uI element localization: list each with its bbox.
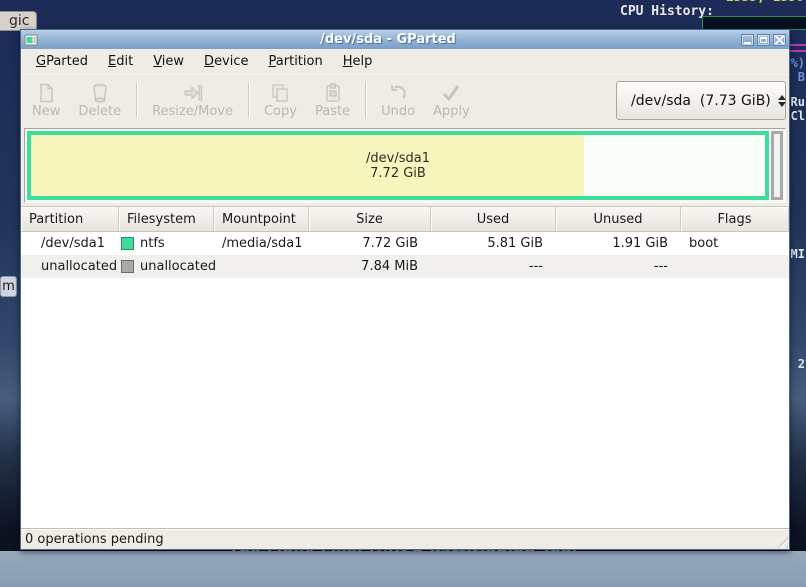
- cell-mountpoint: [214, 255, 309, 278]
- gparted-app-icon: [24, 33, 38, 47]
- partition-map-panel: /dev/sda1 7.72 GiB: [21, 125, 789, 206]
- background-window-edge: [790, 50, 806, 52]
- paste-icon: [322, 82, 344, 104]
- new-partition-icon: [35, 82, 57, 104]
- window-title: /dev/sda - GParted: [38, 32, 738, 47]
- toolbar: New Delete Resize/Move Copy: [21, 74, 789, 125]
- partition-box-label: /dev/sda1 7.72 GiB: [31, 135, 765, 196]
- delete-partition-icon: [89, 82, 111, 104]
- unallocated-color-swatch: [121, 260, 134, 273]
- partition-map-frame: /dev/sda1 7.72 GiB: [24, 128, 786, 203]
- toolbar-label: Apply: [433, 104, 470, 119]
- cell-filesystem: unallocated: [119, 255, 214, 278]
- apply-icon: [440, 82, 462, 104]
- device-selector-value: /dev/sda (7.73 GiB): [631, 93, 771, 109]
- column-header-filesystem[interactable]: Filesystem: [119, 207, 214, 231]
- cell-partition: /dev/sda1: [21, 232, 119, 255]
- terminal-text-fragment: 2: [798, 357, 805, 371]
- operations-pending-text: 0 operations pending: [25, 532, 164, 547]
- column-header-size[interactable]: Size: [309, 207, 431, 231]
- column-header-unused[interactable]: Unused: [556, 207, 681, 231]
- toolbar-label: Undo: [381, 104, 415, 119]
- copy-icon: [269, 82, 291, 104]
- cell-unused: ---: [556, 255, 681, 278]
- cell-size: 7.72 GiB: [309, 232, 431, 255]
- terminal-text-fragment: B: [798, 70, 805, 84]
- menu-help[interactable]: Help: [334, 51, 382, 72]
- cell-used: ---: [431, 255, 556, 278]
- delete-button[interactable]: Delete: [69, 77, 130, 123]
- cpu-history-label: CPU History:: [620, 4, 714, 19]
- new-button[interactable]: New: [23, 77, 69, 123]
- toolbar-label: New: [32, 104, 60, 119]
- ntfs-color-swatch: [121, 237, 134, 250]
- toolbar-label: Delete: [78, 104, 121, 119]
- menu-edit[interactable]: Edit: [99, 51, 142, 72]
- paste-button[interactable]: Paste: [306, 77, 359, 123]
- table-row-unallocated[interactable]: unallocated unallocated 7.84 MiB --- ---: [21, 255, 789, 278]
- undo-icon: [387, 82, 409, 104]
- menu-partition[interactable]: Partition: [260, 51, 332, 72]
- filesystem-label: unallocated: [140, 259, 216, 274]
- toolbar-label: Resize/Move: [152, 104, 233, 119]
- titlebar[interactable]: /dev/sda - GParted: [21, 30, 789, 49]
- partition-box-unallocated[interactable]: [771, 131, 783, 200]
- close-icon[interactable]: [773, 34, 786, 46]
- resize-grip[interactable]: [772, 532, 788, 548]
- table-row-sda1[interactable]: /dev/sda1 ntfs /media/sda1 7.72 GiB 5.81…: [21, 232, 789, 255]
- cell-flags: boot: [681, 232, 789, 255]
- cell-partition: unallocated: [21, 255, 119, 278]
- menu-view[interactable]: View: [144, 51, 193, 72]
- minimize-icon[interactable]: [741, 34, 754, 46]
- cpu-history-graph: [702, 16, 806, 30]
- filesystem-label: ntfs: [140, 236, 165, 251]
- menu-gparted[interactable]: GParted: [27, 51, 97, 72]
- terminal-text-fragment: %): [791, 56, 805, 70]
- apply-button[interactable]: Apply: [424, 77, 479, 123]
- resize-move-icon: [182, 82, 204, 104]
- device-selector[interactable]: /dev/sda (7.73 GiB): [616, 81, 786, 120]
- terminal-text-fragment: MI: [791, 247, 805, 261]
- partition-size: 7.72 GiB: [370, 166, 426, 181]
- column-header-partition[interactable]: Partition: [21, 207, 119, 231]
- toolbar-label: Copy: [264, 104, 297, 119]
- cell-unused: 1.91 GiB: [556, 232, 681, 255]
- maximize-icon[interactable]: [757, 34, 770, 46]
- table-empty-area: [21, 278, 789, 529]
- background-window-tab[interactable]: gic: [0, 11, 37, 31]
- toolbar-separator: [136, 82, 137, 118]
- arrow-up-icon: [778, 95, 786, 100]
- undo-button[interactable]: Undo: [372, 77, 424, 123]
- toolbar-label: Paste: [315, 104, 350, 119]
- cell-mountpoint: /media/sda1: [214, 232, 309, 255]
- menu-device[interactable]: Device: [195, 51, 257, 72]
- copy-button[interactable]: Copy: [255, 77, 306, 123]
- column-header-flags[interactable]: Flags: [681, 207, 789, 231]
- spinner-arrows-icon: [778, 95, 786, 107]
- cell-used: 5.81 GiB: [431, 232, 556, 255]
- column-header-mountpoint[interactable]: Mountpoint: [214, 207, 309, 231]
- background-window-edge: [790, 44, 806, 46]
- arrow-down-icon: [778, 102, 786, 107]
- partition-box-sda1[interactable]: /dev/sda1 7.72 GiB: [27, 131, 769, 200]
- column-header-used[interactable]: Used: [431, 207, 556, 231]
- cell-filesystem: ntfs: [119, 232, 214, 255]
- table-header: Partition Filesystem Mountpoint Size Use…: [21, 206, 789, 232]
- desktop-bottom-strip: [0, 551, 806, 587]
- desktop: 1335, 1350 CPU History: gic m %) B Ru Cl…: [0, 0, 806, 587]
- terminal-text-fragment: Ru: [791, 95, 805, 109]
- cell-size: 7.84 MiB: [309, 255, 431, 278]
- gparted-window: /dev/sda - GParted GParted Edit View Dev…: [20, 29, 790, 550]
- partition-name: /dev/sda1: [366, 151, 430, 166]
- toolbar-separator: [248, 82, 249, 118]
- terminal-text-fragment: Cl: [791, 109, 805, 123]
- background-icon-fragment[interactable]: m: [0, 276, 17, 297]
- resize-move-button[interactable]: Resize/Move: [143, 77, 242, 123]
- statusbar: 0 operations pending: [21, 529, 789, 549]
- cell-flags: [681, 255, 789, 278]
- menubar: GParted Edit View Device Partition Help: [21, 49, 789, 74]
- toolbar-separator: [365, 82, 366, 118]
